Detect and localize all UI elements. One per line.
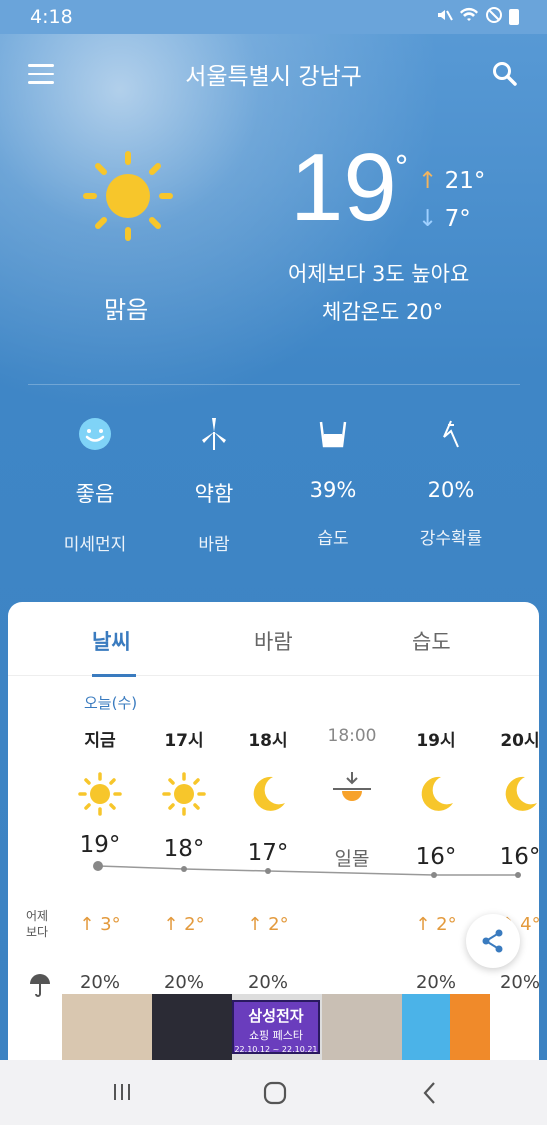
current-temperature: 19 — [290, 134, 397, 241]
hour-column[interactable]: 18시 — [228, 726, 308, 817]
metric-fine-dust[interactable]: 좋음 미세먼지 — [36, 412, 154, 555]
hour-temp: 16° — [415, 844, 457, 870]
menu-button[interactable] — [28, 64, 54, 84]
temp-point — [93, 861, 103, 871]
temp-point — [265, 868, 271, 874]
recent-apps-icon — [114, 1084, 130, 1100]
hour-rain: 20% — [415, 972, 456, 993]
top-bar: 서울특별시 강남구 — [0, 50, 547, 98]
umbrella-icon — [28, 972, 52, 1002]
up-arrow-icon: ↑ — [418, 168, 438, 194]
yesterday-compare: 어제보다 3도 높아요 — [288, 262, 470, 286]
rain-drop-icon — [392, 412, 510, 456]
ad-promo: 삼성전자 쇼핑 페스타 22.10.12 ~ 22.10.21 — [232, 1000, 320, 1054]
temp-point — [431, 872, 437, 878]
dnd-icon — [485, 6, 503, 29]
sunset-label: 일몰 — [334, 848, 370, 870]
status-icons — [435, 6, 519, 29]
moon-icon — [228, 771, 308, 817]
today-label: 오늘(수) — [84, 694, 138, 712]
ad-image — [450, 994, 490, 1060]
divider — [28, 384, 520, 385]
home-icon — [263, 1081, 287, 1105]
ad-banner[interactable]: 삼성전자 쇼핑 페스타 22.10.12 ~ 22.10.21 — [62, 994, 490, 1060]
share-icon — [482, 929, 503, 953]
wifi-icon — [459, 6, 479, 28]
ad-image — [152, 994, 232, 1060]
hour-column[interactable]: 18:00 — [312, 726, 392, 812]
tab-weather[interactable]: 날씨 — [92, 626, 131, 656]
metric-precipitation[interactable]: 20% 강수확률 — [392, 412, 510, 549]
hour-column[interactable]: 19시 — [396, 726, 476, 817]
hour-column[interactable]: 지금 — [60, 726, 140, 817]
degree-symbol: ° — [394, 150, 409, 185]
temp-point — [181, 866, 187, 872]
sun-icon — [80, 148, 176, 244]
search-button[interactable] — [491, 60, 519, 88]
tab-wind[interactable]: 바람 — [254, 626, 293, 656]
metric-wind[interactable]: 약함 바람 — [155, 412, 273, 555]
hour-diff: ↑ 2° — [247, 914, 289, 935]
mute-icon — [435, 6, 453, 29]
down-arrow-icon: ↓ — [418, 206, 438, 232]
ad-image — [402, 994, 450, 1060]
temp-point — [515, 872, 521, 878]
low-temperature: ↓ 7° — [418, 206, 471, 232]
tab-bar: 날씨 바람 습도 — [8, 602, 539, 677]
back-button[interactable] — [420, 1080, 440, 1110]
hour-rain: 20% — [163, 972, 204, 993]
search-icon — [493, 62, 517, 86]
smile-icon — [36, 412, 154, 456]
status-bar: 4:18 — [0, 0, 547, 34]
high-temperature: ↑ 21° — [418, 168, 486, 194]
moon-icon — [480, 771, 539, 817]
status-time: 4:18 — [30, 6, 73, 28]
hour-temp: 18° — [163, 836, 205, 862]
hour-rain: 20% — [247, 972, 288, 993]
hour-temp: 17° — [247, 840, 289, 866]
tab-indicator — [92, 674, 136, 677]
wind-turbine-icon — [155, 412, 273, 456]
forecast-card: 날씨 바람 습도 오늘(수) 지금 17시 18시 18:00 19시 20시 … — [8, 602, 539, 1062]
hour-rain: 20% — [79, 972, 120, 993]
moon-icon — [396, 771, 476, 817]
home-button[interactable] — [262, 1080, 288, 1110]
feels-like: 체감온도 20° — [322, 300, 444, 324]
recent-apps-button[interactable] — [110, 1080, 134, 1108]
sunset-icon — [312, 766, 392, 812]
menu-icon-line — [28, 64, 54, 67]
weather-condition: 맑음 — [104, 296, 149, 324]
back-icon — [423, 1082, 435, 1104]
hour-rain: 20% — [499, 972, 539, 993]
tab-humidity[interactable]: 습도 — [412, 626, 451, 656]
compare-label: 어제 보다 — [26, 909, 49, 939]
hour-temp: 16° — [499, 844, 539, 870]
sun-icon — [60, 771, 140, 817]
hour-temp: 19° — [79, 832, 121, 858]
ad-image — [62, 994, 152, 1060]
cup-icon — [274, 412, 392, 456]
share-button[interactable] — [466, 914, 520, 968]
battery-icon — [509, 9, 519, 25]
hour-column[interactable]: 20시 — [480, 726, 539, 817]
hour-diff: ↑ 2° — [415, 914, 457, 935]
metric-humidity[interactable]: 39% 습도 — [274, 412, 392, 549]
sun-icon — [144, 771, 224, 817]
hour-diff: ↑ 2° — [163, 914, 205, 935]
location-title[interactable]: 서울특별시 강남구 — [185, 57, 362, 91]
navigation-bar — [0, 1060, 547, 1125]
hour-column[interactable]: 17시 — [144, 726, 224, 817]
ad-image — [322, 994, 402, 1060]
hour-diff: ↑ 3° — [79, 914, 121, 935]
